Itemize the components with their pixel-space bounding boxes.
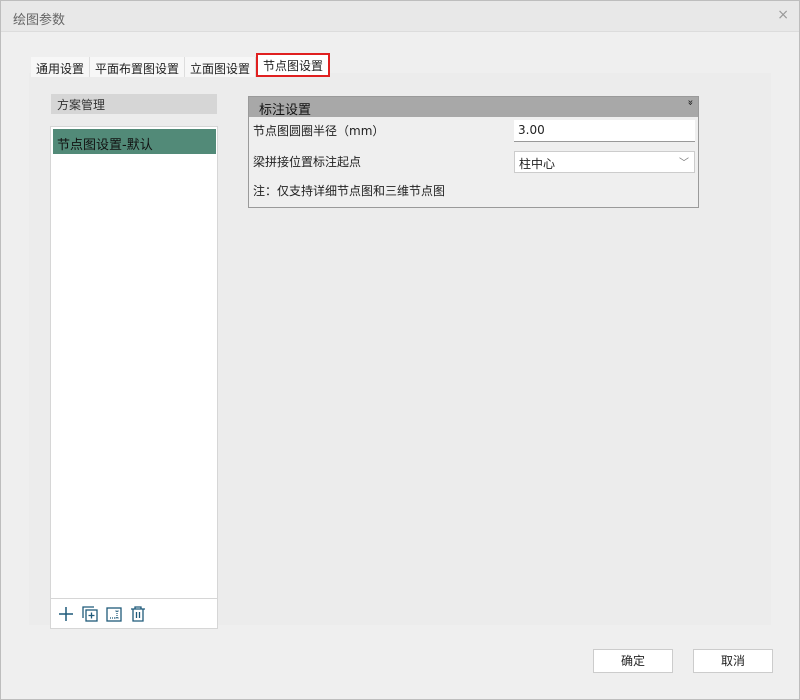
ok-button[interactable]: 确定 <box>593 649 673 673</box>
close-icon[interactable]: × <box>777 7 789 23</box>
tab-general[interactable]: 通用设置 <box>31 57 91 77</box>
splice-label: 梁拼接位置标注起点 <box>253 155 362 169</box>
note-text: 注：仅支持详细节点图和三维节点图 <box>253 184 446 198</box>
list-item[interactable]: 节点图设置-默认 <box>53 129 216 154</box>
tab-elevation[interactable]: 立面图设置 <box>185 57 257 77</box>
chevron-down-icon: ﹀ <box>679 158 689 169</box>
splice-select[interactable]: 柱中心 ﹀ <box>514 151 695 173</box>
window-title: 绘图参数 <box>13 13 66 28</box>
tab-node-drawing[interactable]: 节点图设置 <box>256 53 331 77</box>
annotation-settings-panel: 标注设置 » 节点图圆圈半径（mm） 3.00 梁拼接位置标注起点 柱中心 ﹀ … <box>248 96 699 208</box>
delete-icon[interactable] <box>129 605 147 623</box>
copy-icon[interactable] <box>81 605 99 623</box>
splice-value: 柱中心 <box>519 157 556 171</box>
scheme-list[interactable]: 节点图设置-默认 <box>50 126 218 599</box>
rename-icon[interactable] <box>105 605 123 623</box>
radius-label: 节点图圆圈半径（mm） <box>253 124 385 138</box>
panel-header: 标注设置 » <box>249 97 698 118</box>
panel-title: 标注设置 <box>259 103 312 118</box>
dialog-window: 绘图参数 × 通用设置 平面布置图设置 立面图设置 节点图设置 方案管理 节点图… <box>0 0 800 700</box>
radius-input[interactable]: 3.00 <box>514 120 695 142</box>
scheme-toolbar <box>50 598 218 629</box>
title-bar: 绘图参数 × <box>1 1 799 32</box>
collapse-icon[interactable]: » <box>684 99 695 105</box>
add-icon[interactable] <box>57 605 75 623</box>
scheme-header: 方案管理 <box>51 94 217 114</box>
cancel-button[interactable]: 取消 <box>693 649 773 673</box>
tab-plan-layout[interactable]: 平面布置图设置 <box>90 57 186 77</box>
tab-bar: 通用设置 平面布置图设置 立面图设置 节点图设置 <box>31 53 331 77</box>
